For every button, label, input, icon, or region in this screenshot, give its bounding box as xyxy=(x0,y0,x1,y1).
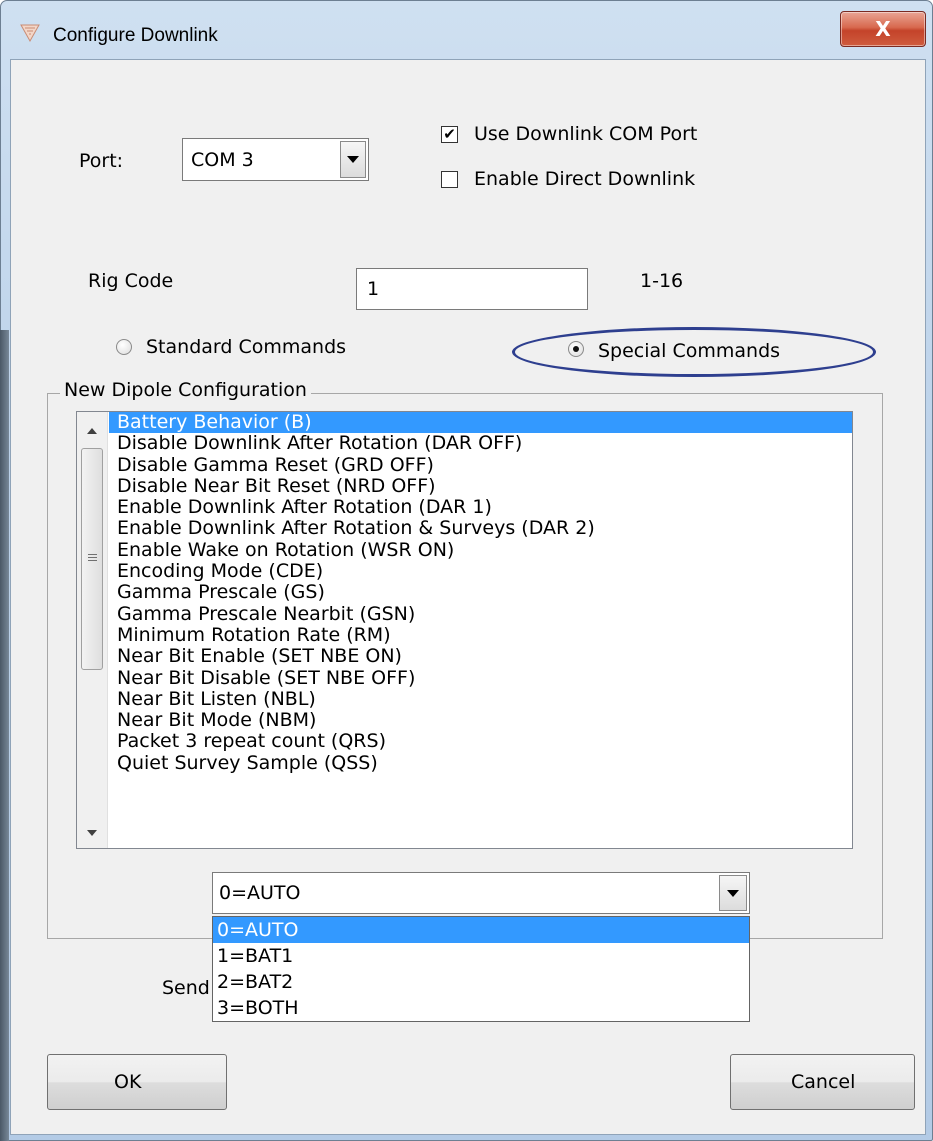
list-item[interactable]: Disable Gamma Reset (GRD OFF) xyxy=(109,454,852,476)
close-button[interactable]: X xyxy=(840,11,926,47)
list-item[interactable]: Disable Near Bit Reset (NRD OFF) xyxy=(109,475,852,497)
window-title: Configure Downlink xyxy=(53,25,218,46)
enable-direct-downlink-checkbox[interactable] xyxy=(441,171,458,188)
cancel-button-label: Cancel xyxy=(791,1071,856,1093)
list-item[interactable]: Encoding Mode (CDE) xyxy=(109,560,852,582)
dropdown-option[interactable]: 2=BAT2 xyxy=(213,969,749,995)
value-dropdown-list[interactable]: 0=AUTO 1=BAT1 2=BAT2 3=BOTH xyxy=(212,916,750,1022)
annotation-ellipse xyxy=(512,327,876,377)
grip-icon xyxy=(88,554,97,563)
list-item[interactable]: Near Bit Listen (NBL) xyxy=(109,688,852,710)
list-item[interactable]: Enable Wake on Rotation (WSR ON) xyxy=(109,539,852,561)
standard-commands-radio[interactable] xyxy=(116,339,132,355)
port-value: COM 3 xyxy=(191,148,254,171)
scroll-thumb[interactable] xyxy=(81,448,103,670)
list-item[interactable]: Enable Downlink After Rotation (DAR 1) xyxy=(109,496,852,518)
send-label: Send xyxy=(162,977,210,999)
chevron-down-icon xyxy=(727,889,739,897)
command-list-items: Battery Behavior (B) Disable Downlink Aft… xyxy=(109,412,852,774)
dropdown-option[interactable]: 3=BOTH xyxy=(213,995,749,1021)
rig-code-label: Rig Code xyxy=(88,270,174,292)
app-icon xyxy=(20,24,40,43)
port-combobox[interactable]: COM 3 xyxy=(182,138,369,181)
list-item[interactable]: Packet 3 repeat count (QRS) xyxy=(109,731,852,753)
value-combobox-value: 0=AUTO xyxy=(219,882,301,904)
value-dropdown-button[interactable] xyxy=(719,875,747,911)
list-item[interactable]: Gamma Prescale Nearbit (GSN) xyxy=(109,603,852,625)
dropdown-option[interactable]: 0=AUTO xyxy=(213,917,749,943)
list-item[interactable]: Minimum Rotation Rate (RM) xyxy=(109,624,852,646)
cancel-button[interactable]: Cancel xyxy=(730,1054,915,1110)
value-combobox[interactable]: 0=AUTO xyxy=(212,872,750,914)
scroll-up-icon[interactable] xyxy=(87,428,97,434)
enable-direct-downlink-label: Enable Direct Downlink xyxy=(474,168,696,190)
port-label: Port: xyxy=(79,150,124,172)
checkmark-icon: ✔ xyxy=(443,125,456,143)
list-item[interactable]: Quiet Survey Sample (QSS) xyxy=(109,752,852,774)
rig-code-input[interactable]: 1 xyxy=(356,268,588,310)
ok-button-label: OK xyxy=(114,1071,142,1093)
list-item[interactable]: Battery Behavior (B) xyxy=(109,412,852,434)
standard-commands-label: Standard Commands xyxy=(146,336,347,358)
list-item[interactable]: Near Bit Mode (NBM) xyxy=(109,709,852,731)
title-bar[interactable]: Configure Downlink X xyxy=(1,1,932,59)
rig-code-value: 1 xyxy=(367,278,380,300)
use-downlink-com-port-checkbox[interactable]: ✔ xyxy=(441,126,458,143)
scroll-down-icon[interactable] xyxy=(87,830,97,836)
ok-button[interactable]: OK xyxy=(47,1054,227,1110)
list-item[interactable]: Enable Downlink After Rotation & Surveys… xyxy=(109,518,852,540)
close-icon: X xyxy=(875,17,891,41)
chevron-down-icon xyxy=(347,156,359,163)
listbox-scrollbar[interactable] xyxy=(77,412,108,848)
background-window-edge xyxy=(0,330,9,1141)
use-downlink-com-port-label: Use Downlink COM Port xyxy=(474,123,698,145)
rig-code-range-label: 1-16 xyxy=(640,270,684,292)
dropdown-option[interactable]: 1=BAT1 xyxy=(213,943,749,969)
list-item[interactable]: Disable Downlink After Rotation (DAR OFF… xyxy=(109,432,852,454)
command-listbox[interactable]: Battery Behavior (B) Disable Downlink Aft… xyxy=(76,411,853,849)
port-dropdown-button[interactable] xyxy=(340,141,366,178)
group-title: New Dipole Configuration xyxy=(60,379,311,401)
list-item[interactable]: Near Bit Enable (SET NBE ON) xyxy=(109,645,852,667)
list-item[interactable]: Near Bit Disable (SET NBE OFF) xyxy=(109,667,852,689)
list-item[interactable]: Gamma Prescale (GS) xyxy=(109,582,852,604)
